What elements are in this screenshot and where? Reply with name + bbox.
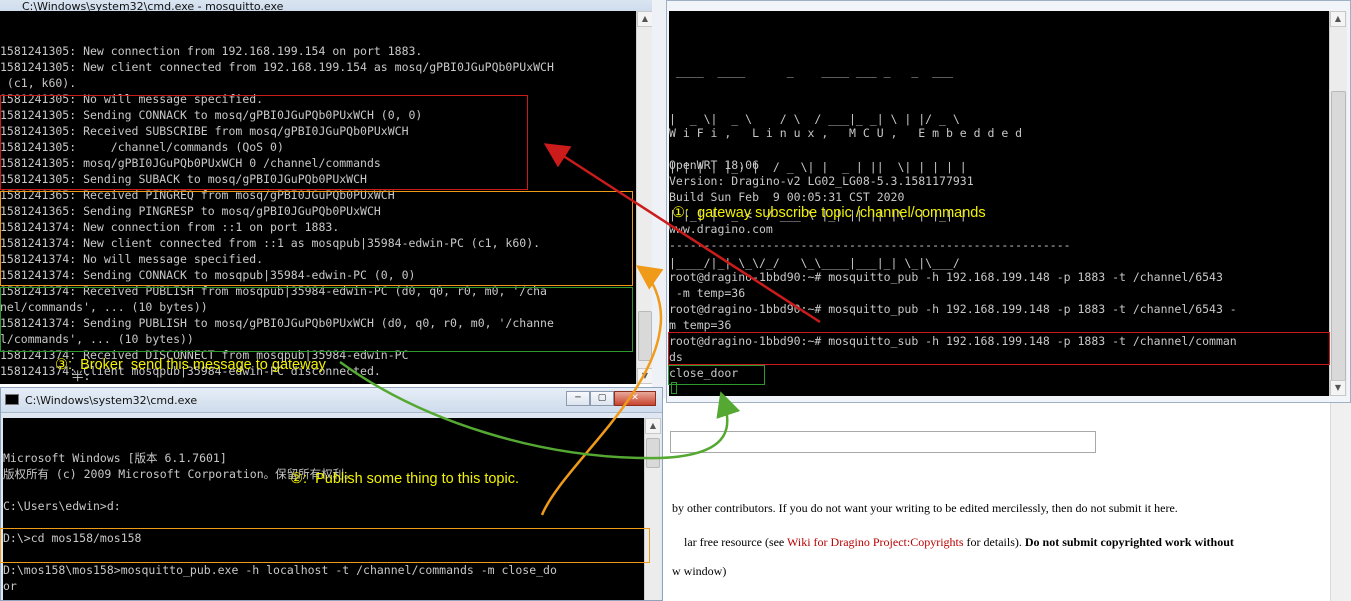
gateway-info-line: Version: Dragino-v2 LG02_LG08-5.3.158117… [669, 174, 974, 188]
publisher-log-line: C:\Users\edwin>d: [3, 499, 121, 513]
scroll-down-arrow-icon[interactable]: ▼ [637, 368, 652, 384]
publisher-scrollbar[interactable]: ▲ [644, 418, 661, 600]
gateway-info-line: www.dragino.com [669, 222, 773, 236]
wiki-background-page: by other contributors. If you do not wan… [652, 398, 1351, 601]
broker-log-line: 1581241305: New connection from 192.168.… [0, 44, 423, 58]
publisher-log-line: D:\mos158\mos158>mosquitto_pub.exe -h lo… [3, 563, 557, 577]
publisher-title: C:\Windows\system32\cmd.exe [25, 394, 198, 407]
broker-log-line: 1581241305: New client connected from 19… [0, 60, 554, 74]
publisher-titlebar[interactable]: C:\Windows\system32\cmd.exe ─ ▢ ✕ [1, 388, 662, 413]
wiki-license-suffix: for details). [963, 535, 1025, 549]
gateway-info-line: ----------------------------------------… [669, 238, 1071, 252]
publisher-window: C:\Windows\system32\cmd.exe ─ ▢ ✕ Micros… [0, 387, 663, 601]
scroll-up-arrow-icon[interactable]: ▲ [637, 11, 652, 27]
sub-command-highlight-box [668, 332, 1330, 365]
wiki-new-window-text: w window) [672, 564, 727, 578]
subscribe-highlight-box [0, 95, 528, 190]
maximize-icon[interactable]: ▢ [590, 391, 614, 406]
publish-received-highlight-box [0, 191, 633, 286]
logo-line: ____ ____ _ ____ ___ _ _ ___ [669, 64, 953, 78]
pub-command-highlight-box [0, 528, 650, 563]
gateway-window-right-edge [1347, 41, 1350, 61]
gateway-command-line: -m temp=36 [669, 286, 746, 300]
wiki-license-line-1: by other contributors. If you do not wan… [672, 501, 1178, 515]
broker-scroll-thumb[interactable] [638, 311, 652, 361]
received-message-highlight-box [668, 365, 765, 385]
broker-log-line: (c1, k60). [0, 76, 77, 90]
minimize-icon[interactable]: ─ [566, 391, 590, 406]
browser-left-strip [652, 0, 666, 398]
scroll-down-arrow-icon[interactable]: ▼ [1330, 380, 1346, 396]
publisher-log-line: Microsoft Windows [版本 6.1.7601] [3, 451, 227, 465]
publisher-log-line: or [3, 579, 17, 593]
broker-scrollbar[interactable]: ▲ ▼ [636, 11, 652, 384]
annotation-step-3: ③: Broker send this message to gateway [55, 357, 326, 373]
gateway-command-line: m temp=36 [669, 318, 732, 332]
gateway-scroll-thumb[interactable] [1331, 91, 1346, 381]
wiki-summary-input[interactable] [670, 431, 1096, 453]
publish-sent-highlight-box [0, 287, 633, 352]
close-icon[interactable]: ✕ [614, 391, 656, 406]
wiki-license-prefix: lar free resource (see [684, 535, 788, 549]
scroll-up-arrow-icon[interactable]: ▲ [645, 418, 661, 434]
publisher-scroll-thumb[interactable] [646, 438, 660, 468]
annotation-step-1: ①: gateway subscribe topic /channel/comm… [672, 205, 986, 221]
wiki-license-warning: Do not submit copyrighted work without [1024, 535, 1234, 549]
annotation-step-2: ②: Publish some thing to this topic. [290, 471, 519, 487]
wiki-scrollbar[interactable] [1330, 398, 1351, 601]
gateway-info-line [669, 253, 1071, 269]
gateway-info-line: OpenWRT 18.06 [669, 158, 760, 172]
publisher-console: Microsoft Windows [版本 6.1.7601] 版权所有 (c) … [3, 418, 644, 600]
cmd-icon [5, 394, 19, 405]
dragino-tagline: W i F i , L i n u x , M C U , E m b e d … [669, 126, 1023, 140]
publisher-log-line [3, 594, 644, 600]
gateway-scrollbar[interactable]: ▲ ▼ [1329, 11, 1347, 396]
scroll-up-arrow-icon[interactable]: ▲ [1330, 11, 1346, 27]
wiki-license-line-2: lar free resource (see Wiki for Dragino … [672, 520, 1234, 565]
gateway-info-line: Build Sun Feb 9 00:05:31 CST 2020 [669, 190, 905, 204]
wiki-copyright-link[interactable]: Wiki for Dragino Project:Copyrights [787, 535, 964, 549]
gateway-command-line: root@dragino-1bbd90:~# mosquitto_pub -h … [669, 302, 1237, 316]
gateway-command-line: root@dragino-1bbd90:~# mosquitto_pub -h … [669, 270, 1223, 284]
